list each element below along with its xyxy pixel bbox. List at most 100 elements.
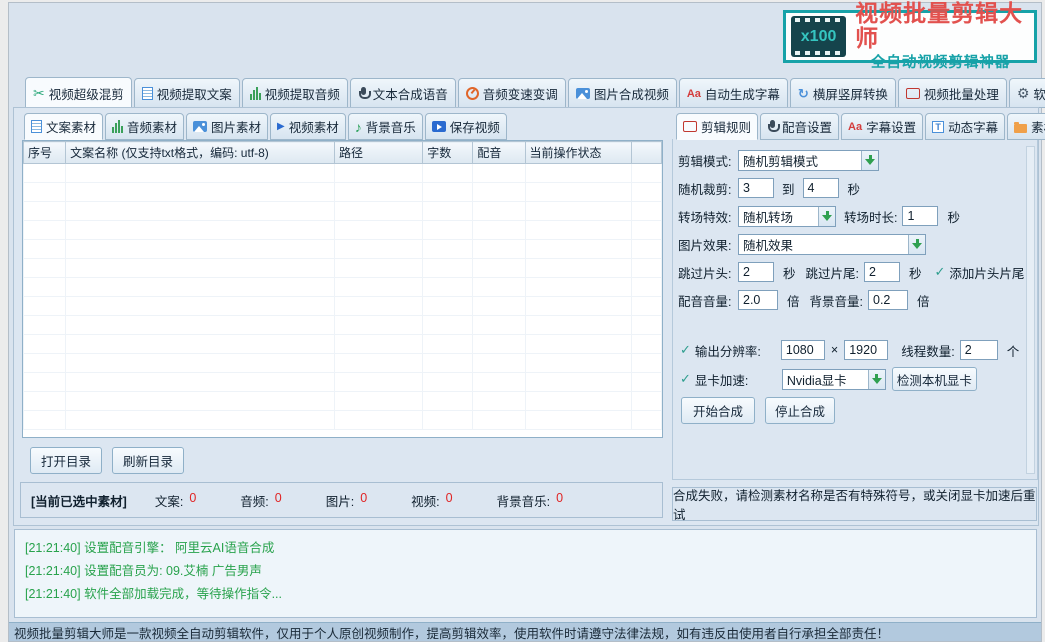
image-effect-select[interactable]: 随机效果 — [738, 234, 926, 255]
column-header-status[interactable]: 当前操作状态 — [525, 142, 631, 164]
gpu-select[interactable]: Nvidia显卡 — [782, 369, 886, 390]
summary-value: 0 — [189, 491, 196, 510]
gpu-value: Nvidia显卡 — [783, 370, 868, 389]
table-cell — [334, 259, 422, 278]
chevron-down-icon[interactable] — [868, 370, 885, 389]
table-cell — [631, 354, 661, 373]
column-header-extra[interactable] — [631, 142, 661, 164]
gpu-acceleration-checkbox[interactable]: ✓ — [680, 371, 691, 387]
table-cell — [631, 164, 661, 183]
table-cell — [66, 278, 335, 297]
add-head-tail-checkbox[interactable]: ✓ — [935, 264, 946, 280]
summary-value: 0 — [360, 491, 367, 510]
chevron-down-icon[interactable] — [908, 235, 925, 254]
summary-video: 视频: 0 — [411, 491, 452, 510]
tab-subtitle-settings[interactable]: Aa 字幕设置 — [841, 113, 923, 140]
chevron-down-icon[interactable] — [818, 207, 835, 226]
image-icon — [576, 88, 590, 99]
table-cell — [66, 183, 335, 202]
tab-software-settings[interactable]: ⚙ 软件参数设置 — [1009, 78, 1045, 108]
tab-image-to-video[interactable]: 图片合成视频 — [568, 78, 677, 108]
table-row[interactable] — [24, 202, 662, 221]
tab-video-super-mix[interactable]: ✂ 视频超级混剪 — [25, 77, 132, 108]
table-row[interactable] — [24, 221, 662, 240]
summary-script: 文案: 0 — [155, 491, 196, 510]
random-cut-to-input[interactable]: 4 — [803, 178, 839, 198]
table-cell — [334, 164, 422, 183]
table-cell — [24, 392, 66, 411]
tab-save-video[interactable]: 保存视频 — [425, 113, 507, 140]
table-row[interactable] — [24, 316, 662, 335]
tab-audio-material[interactable]: 音频素材 — [105, 113, 184, 140]
tab-extract-script[interactable]: 视频提取文案 — [134, 78, 240, 108]
tab-dub-settings[interactable]: 配音设置 — [760, 113, 839, 140]
skip-tail-input[interactable]: 2 — [864, 262, 900, 282]
detect-gpu-button[interactable]: 检测本机显卡 — [892, 367, 977, 391]
table-row[interactable] — [24, 373, 662, 392]
stop-compose-button[interactable]: 停止合成 — [765, 397, 835, 424]
column-header-wordcount[interactable]: 字数 — [423, 142, 473, 164]
column-header-index[interactable]: 序号 — [24, 142, 66, 164]
table-row[interactable] — [24, 354, 662, 373]
disclaimer-text: 视频批量剪辑大师是一款视频全自动剪辑软件，仅用于个人原创视频制作，提高剪辑效率，… — [14, 623, 889, 642]
output-resolution-checkbox[interactable]: ✓ — [680, 342, 691, 358]
tab-video-material[interactable]: ▶ 视频素材 — [270, 113, 346, 140]
resolution-height-input[interactable]: 1920 — [844, 340, 888, 360]
tab-dynamic-subtitle[interactable]: T 动态字幕 — [925, 113, 1005, 140]
start-compose-button[interactable]: 开始合成 — [681, 397, 755, 424]
tab-label: 视频素材 — [289, 117, 339, 136]
bg-volume-input[interactable]: 0.2 — [868, 290, 908, 310]
tab-clip-rules[interactable]: 剪辑规则 — [676, 113, 758, 140]
random-cut-from-input[interactable]: 3 — [738, 178, 774, 198]
gpu-row: ✓ 显卡加速: Nvidia显卡 检测本机显卡 — [680, 368, 977, 390]
logo-badge-text: x100 — [801, 28, 837, 46]
table-row[interactable] — [24, 240, 662, 259]
table-row[interactable] — [24, 164, 662, 183]
transition-select[interactable]: 随机转场 — [738, 206, 836, 227]
column-header-dub[interactable]: 配音 — [473, 142, 525, 164]
table-row[interactable] — [24, 392, 662, 411]
right-panel-scrollbar[interactable] — [1026, 146, 1035, 474]
tab-background-music[interactable]: ♪ 背景音乐 — [348, 113, 423, 140]
dub-volume-input[interactable]: 2.0 — [738, 290, 778, 310]
table-cell — [423, 297, 473, 316]
tab-text-to-speech[interactable]: 文本合成语音 — [350, 78, 456, 108]
table-row[interactable] — [24, 335, 662, 354]
table-cell — [473, 373, 525, 392]
tab-auto-subtitle[interactable]: Aa 自动生成字幕 — [679, 78, 788, 108]
table-cell — [334, 373, 422, 392]
table-cell — [334, 411, 422, 430]
table-cell — [66, 373, 335, 392]
microphone-icon — [767, 120, 778, 134]
tab-material-directory[interactable]: 素材目录 — [1007, 113, 1045, 140]
table-row[interactable] — [24, 259, 662, 278]
table-row[interactable] — [24, 411, 662, 430]
tab-image-material[interactable]: 图片素材 — [186, 113, 268, 140]
tab-screen-rotate[interactable]: ↻ 横屏竖屏转换 — [790, 78, 896, 108]
transition-length-input[interactable]: 1 — [902, 206, 938, 226]
tab-audio-speed-pitch[interactable]: 音频变速变调 — [458, 78, 566, 108]
table-row[interactable] — [24, 297, 662, 316]
tab-label: 视频超级混剪 — [49, 84, 124, 103]
log-area[interactable]: [21:21:40] 设置配音引擎： 阿里云AI语音合成 [21:21:40] … — [14, 529, 1037, 618]
refresh-directory-button[interactable]: 刷新目录 — [112, 447, 184, 474]
materials-table[interactable]: 序号 文案名称 (仅支持txt格式，编码: utf-8) 路径 字数 配音 当前… — [22, 140, 663, 438]
column-header-filename[interactable]: 文案名称 (仅支持txt格式，编码: utf-8) — [66, 142, 335, 164]
skip-head-input[interactable]: 2 — [738, 262, 774, 282]
table-cell — [525, 202, 631, 221]
open-directory-button[interactable]: 打开目录 — [30, 447, 102, 474]
table-cell — [631, 221, 661, 240]
resolution-width-input[interactable]: 1080 — [781, 340, 825, 360]
table-row[interactable] — [24, 278, 662, 297]
rotate-screen-icon: ↻ — [798, 86, 809, 102]
chevron-down-icon[interactable] — [861, 151, 878, 170]
column-header-path[interactable]: 路径 — [334, 142, 422, 164]
film-batch-icon — [906, 88, 920, 99]
clip-mode-select[interactable]: 随机剪辑模式 — [738, 150, 879, 171]
tab-extract-audio[interactable]: 视频提取音频 — [242, 78, 348, 108]
summary-bgm: 背景音乐: 0 — [497, 491, 563, 510]
tab-batch-process[interactable]: 视频批量处理 — [898, 78, 1007, 108]
tab-script-material[interactable]: 文案素材 — [24, 113, 103, 140]
threads-input[interactable]: 2 — [960, 340, 998, 360]
table-row[interactable] — [24, 183, 662, 202]
